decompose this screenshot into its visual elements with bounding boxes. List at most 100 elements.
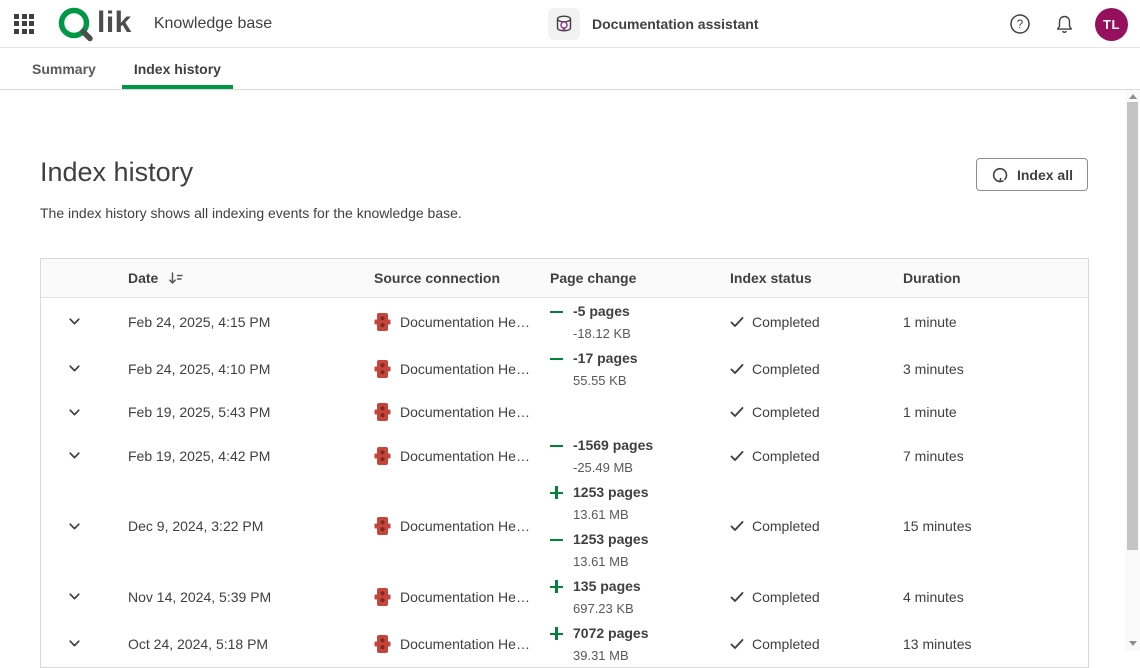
qlik-q-mark: [56, 6, 96, 42]
table-row[interactable]: Feb 19, 2025, 5:43 PM Documentation He… …: [41, 392, 1088, 432]
change-size: -18.12 KB: [573, 322, 631, 345]
table-row[interactable]: Feb 19, 2025, 4:42 PM Documentation He… …: [41, 432, 1088, 479]
row-source-label: Documentation He…: [400, 518, 530, 534]
chevron-down-icon: [67, 448, 82, 463]
row-status-label: Completed: [752, 448, 820, 464]
table-row[interactable]: Feb 24, 2025, 4:15 PM Documentation He… …: [41, 298, 1088, 345]
change-pages: 1253 pages: [573, 482, 649, 503]
scrollbar-thumb[interactable]: [1127, 102, 1138, 550]
source-connector-icon: [374, 359, 391, 379]
expand-row-button[interactable]: [61, 631, 87, 657]
row-source-connection: Documentation He…: [374, 312, 550, 332]
row-date: Feb 19, 2025, 5:43 PM: [128, 404, 374, 420]
page-change-entry: 7072 pages 39.31 MB: [550, 620, 730, 667]
tab-summary[interactable]: Summary: [20, 48, 108, 89]
expand-row-button[interactable]: [61, 356, 87, 382]
row-date: Dec 9, 2024, 3:22 PM: [128, 518, 374, 534]
scroll-down-arrow-icon[interactable]: [1125, 637, 1140, 649]
row-date: Feb 19, 2025, 4:42 PM: [128, 448, 374, 464]
page-change-entry: -1569 pages -25.49 MB: [550, 432, 730, 479]
row-page-change: 7072 pages 39.31 MB: [550, 620, 730, 667]
row-page-change: 1253 pages 13.61 MB 1253 pages 13.61 MB: [550, 479, 730, 573]
vertical-scrollbar[interactable]: [1125, 90, 1140, 651]
table-row[interactable]: Feb 24, 2025, 4:10 PM Documentation He… …: [41, 345, 1088, 392]
change-pages: -17 pages: [573, 348, 638, 369]
page-description: The index history shows all indexing eve…: [40, 205, 462, 221]
expand-row-button[interactable]: [61, 513, 87, 539]
table-header-row: Date Source connection Page change Index…: [41, 259, 1088, 298]
source-connector-icon: [374, 312, 391, 332]
change-pages: 135 pages: [573, 576, 641, 597]
row-date: Nov 14, 2024, 5:39 PM: [128, 589, 374, 605]
table-row[interactable]: Nov 14, 2024, 5:39 PM Documentation He… …: [41, 573, 1088, 620]
header-page-change[interactable]: Page change: [550, 270, 730, 286]
row-source-label: Documentation He…: [400, 404, 530, 420]
index-all-button[interactable]: Index all: [976, 158, 1088, 191]
header-date[interactable]: Date: [128, 270, 374, 287]
row-source-label: Documentation He…: [400, 589, 530, 605]
row-duration: 15 minutes: [903, 518, 1088, 534]
header-source-connection[interactable]: Source connection: [374, 270, 550, 286]
row-index-status: Completed: [730, 589, 903, 605]
row-duration: 3 minutes: [903, 361, 1088, 377]
page-change-entry: -17 pages 55.55 KB: [550, 345, 730, 392]
check-icon: [730, 449, 744, 463]
check-icon: [730, 519, 744, 533]
chevron-down-icon: [67, 519, 82, 534]
avatar[interactable]: TL: [1095, 8, 1128, 41]
row-source-connection: Documentation He…: [374, 402, 550, 422]
expand-row-button[interactable]: [61, 309, 87, 335]
chevron-down-icon: [67, 314, 82, 329]
row-status-label: Completed: [752, 314, 820, 330]
change-size: -25.49 MB: [573, 456, 653, 479]
expand-row-button[interactable]: [61, 443, 87, 469]
expand-row-button[interactable]: [61, 399, 87, 425]
chevron-down-icon: [67, 636, 82, 651]
page-change-entry: 135 pages 697.23 KB: [550, 573, 730, 620]
change-sign-icon: [550, 439, 563, 452]
check-icon: [730, 405, 744, 419]
index-all-label: Index all: [1017, 167, 1073, 183]
page-title: Index history: [40, 157, 193, 188]
expand-row-button[interactable]: [61, 584, 87, 610]
source-connector-icon: [374, 516, 391, 536]
change-size: 13.61 MB: [573, 550, 649, 573]
row-duration: 7 minutes: [903, 448, 1088, 464]
table-body: Feb 24, 2025, 4:15 PM Documentation He… …: [41, 298, 1088, 667]
tab-index-history[interactable]: Index history: [122, 48, 233, 89]
page-change-entry: -5 pages -18.12 KB: [550, 298, 730, 345]
row-page-change: -1569 pages -25.49 MB: [550, 432, 730, 479]
change-size: 13.61 MB: [573, 503, 649, 526]
top-header: lik Knowledge base Documentation assista…: [0, 0, 1140, 48]
change-pages: 1253 pages: [573, 529, 649, 550]
row-duration: 1 minute: [903, 404, 1088, 420]
header-duration[interactable]: Duration: [903, 270, 1088, 286]
header-index-status[interactable]: Index status: [730, 270, 903, 286]
row-index-status: Completed: [730, 636, 903, 652]
qlik-logo[interactable]: lik: [56, 6, 132, 42]
source-connector-icon: [374, 402, 391, 422]
row-source-label: Documentation He…: [400, 636, 530, 652]
source-connector-icon: [374, 446, 391, 466]
change-sign-icon: [550, 352, 563, 365]
help-icon[interactable]: ?: [1007, 11, 1033, 37]
row-status-label: Completed: [752, 636, 820, 652]
change-size: 55.55 KB: [573, 369, 638, 392]
table-row[interactable]: Oct 24, 2024, 5:18 PM Documentation He… …: [41, 620, 1088, 667]
documentation-assistant-chip[interactable]: Documentation assistant: [548, 8, 758, 40]
assistant-label: Documentation assistant: [592, 16, 758, 32]
row-page-change: -17 pages 55.55 KB: [550, 345, 730, 392]
notifications-bell-icon[interactable]: [1051, 11, 1077, 37]
row-date: Feb 24, 2025, 4:15 PM: [128, 314, 374, 330]
row-date: Oct 24, 2024, 5:18 PM: [128, 636, 374, 652]
row-source-connection: Documentation He…: [374, 516, 550, 536]
scroll-up-arrow-icon[interactable]: [1125, 90, 1140, 102]
assistant-icon: [548, 8, 580, 40]
app-launcher-icon[interactable]: [14, 14, 36, 34]
row-index-status: Completed: [730, 314, 903, 330]
change-sign-icon: [550, 580, 563, 593]
change-pages: 7072 pages: [573, 623, 649, 644]
table-row[interactable]: Dec 9, 2024, 3:22 PM Documentation He… 1…: [41, 479, 1088, 573]
sort-descending-icon[interactable]: [167, 270, 184, 287]
change-size: 697.23 KB: [573, 597, 641, 620]
